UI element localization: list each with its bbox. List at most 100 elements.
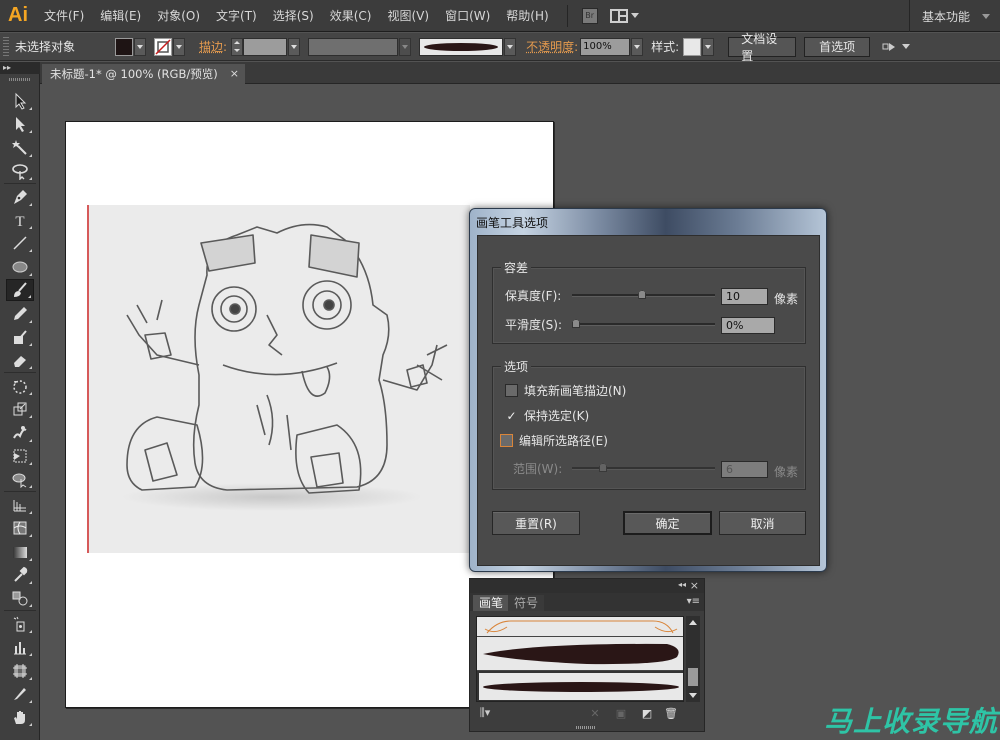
panel-resize-grip[interactable] xyxy=(576,726,596,729)
brush-list-scrollbar[interactable] xyxy=(686,616,700,702)
edit-selected-paths-checkbox[interactable] xyxy=(500,434,513,447)
keep-selected-checkbox[interactable]: ✓ xyxy=(505,409,518,423)
mesh-tool[interactable] xyxy=(6,517,34,539)
stroke-label[interactable]: 描边 xyxy=(199,38,223,55)
smoothness-field[interactable]: 0% xyxy=(721,317,775,334)
brush-thin-oval-stroke[interactable] xyxy=(477,671,683,701)
symbol-sprayer-tool[interactable] xyxy=(6,613,34,635)
document-setup-button[interactable]: 文档设置 xyxy=(728,32,797,63)
tab-brushes[interactable]: 画笔 xyxy=(473,595,510,611)
collapse-icon[interactable]: ◂◂ xyxy=(678,580,686,589)
scroll-up-icon[interactable] xyxy=(689,620,697,625)
lasso-tool[interactable] xyxy=(6,160,34,182)
stroke-weight-field[interactable] xyxy=(243,37,288,56)
ok-button[interactable]: 确定 xyxy=(623,511,712,535)
stroke-dropdown[interactable] xyxy=(173,37,185,56)
eyedropper-tool[interactable] xyxy=(6,564,34,586)
line-segment-tool[interactable] xyxy=(6,232,34,254)
fill-new-strokes-option[interactable]: 填充新画笔描边(N) xyxy=(505,382,626,399)
reset-button[interactable]: 重置(R) xyxy=(492,511,580,535)
smoothness-slider-thumb[interactable] xyxy=(572,319,580,328)
fidelity-slider-thumb[interactable] xyxy=(638,290,647,299)
brush-definition[interactable] xyxy=(419,37,504,56)
fill-dropdown[interactable] xyxy=(134,37,146,56)
close-icon[interactable]: × xyxy=(690,579,699,592)
brush-definition-dropdown[interactable] xyxy=(504,37,517,56)
bridge-button[interactable]: Br xyxy=(581,7,598,24)
stroke-swatch[interactable] xyxy=(154,37,172,56)
remove-brush-stroke-icon[interactable]: ✕ xyxy=(588,706,602,720)
variable-width-dropdown[interactable] xyxy=(399,37,412,56)
panel-menu-icon[interactable]: ▾≡ xyxy=(687,596,700,607)
tab-symbols[interactable]: 符号 xyxy=(508,595,545,611)
panel-grip[interactable] xyxy=(9,78,31,81)
new-brush-icon[interactable]: ◩ xyxy=(640,706,654,720)
fill-swatch[interactable] xyxy=(115,37,133,56)
menu-object[interactable]: 对象(O) xyxy=(149,0,208,32)
blend-tool[interactable] xyxy=(6,587,34,609)
keep-selected-option[interactable]: ✓ 保持选定(K) xyxy=(505,407,589,424)
slice-tool[interactable] xyxy=(6,683,34,705)
scrollbar-thumb[interactable] xyxy=(688,668,698,686)
fidelity-slider[interactable] xyxy=(572,290,715,299)
scale-tool[interactable] xyxy=(6,398,34,420)
fill-new-strokes-checkbox[interactable] xyxy=(505,384,518,397)
perspective-grid-tool[interactable] xyxy=(6,494,34,516)
brush-options-icon[interactable]: ▣ xyxy=(614,706,628,720)
stroke-weight-stepper[interactable] xyxy=(231,37,244,56)
within-slider-thumb[interactable] xyxy=(599,463,607,472)
edit-selected-paths-option[interactable]: 编辑所选路径(E) xyxy=(500,432,608,449)
document-tab[interactable]: 未标题-1* @ 100% (RGB/预览) × xyxy=(42,64,245,84)
opacity-dropdown[interactable] xyxy=(631,37,644,56)
column-graph-tool[interactable] xyxy=(6,636,34,658)
close-icon[interactable]: × xyxy=(230,67,239,80)
artboard-tool[interactable] xyxy=(6,660,34,682)
brush-calligraphic-loops[interactable] xyxy=(477,617,683,637)
delete-brush-icon[interactable]: 🗑 xyxy=(664,706,678,720)
direct-selection-tool[interactable] xyxy=(6,113,34,135)
type-tool[interactable]: T xyxy=(6,209,34,231)
brush-tapered-stroke[interactable] xyxy=(477,637,683,671)
scroll-down-icon[interactable] xyxy=(689,693,697,698)
paintbrush-tool[interactable] xyxy=(6,279,34,302)
pencil-tool[interactable] xyxy=(6,303,34,325)
menu-type[interactable]: 文字(T) xyxy=(208,0,265,32)
graphic-style-dropdown[interactable] xyxy=(702,37,715,56)
eraser-tool[interactable] xyxy=(6,349,34,371)
shape-builder-tool[interactable] xyxy=(6,468,34,490)
rotate-tool[interactable] xyxy=(6,375,34,397)
cancel-button[interactable]: 取消 xyxy=(719,511,806,535)
dialog-title[interactable]: 画笔工具选项 xyxy=(476,214,548,231)
panel-header[interactable]: ◂◂ × xyxy=(470,579,704,593)
menu-edit[interactable]: 编辑(E) xyxy=(92,0,149,32)
menu-help[interactable]: 帮助(H) xyxy=(498,0,556,32)
blob-brush-tool[interactable] xyxy=(6,326,34,348)
graphic-style-swatch[interactable] xyxy=(683,37,702,56)
variable-width-profile[interactable] xyxy=(308,37,399,56)
hand-tool[interactable] xyxy=(6,706,34,728)
opacity-label[interactable]: 不透明度 xyxy=(526,38,574,55)
toolbar-collapse-button[interactable]: ▸▸ xyxy=(0,62,40,74)
ellipse-tool[interactable] xyxy=(6,256,34,278)
opacity-field[interactable]: 100% xyxy=(580,37,631,56)
menu-file[interactable]: 文件(F) xyxy=(36,0,92,32)
panel-grip[interactable] xyxy=(3,36,9,57)
warp-tool[interactable] xyxy=(6,422,34,444)
within-slider[interactable] xyxy=(572,463,715,472)
menu-window[interactable]: 窗口(W) xyxy=(437,0,498,32)
free-transform-tool[interactable] xyxy=(6,445,34,467)
align-options-button[interactable] xyxy=(882,41,911,53)
smoothness-slider[interactable] xyxy=(572,319,715,328)
menu-effect[interactable]: 效果(C) xyxy=(322,0,380,32)
placed-sketch-image[interactable] xyxy=(87,205,470,553)
menu-select[interactable]: 选择(S) xyxy=(265,0,322,32)
brush-libraries-menu-icon[interactable]: ⫼▾ xyxy=(478,706,492,720)
selection-tool[interactable] xyxy=(6,90,34,112)
gradient-tool[interactable] xyxy=(6,541,34,563)
stroke-weight-dropdown[interactable] xyxy=(288,37,301,56)
pen-tool[interactable] xyxy=(6,186,34,208)
magic-wand-tool[interactable] xyxy=(6,137,34,159)
within-field[interactable]: 6 xyxy=(721,461,768,478)
menu-view[interactable]: 视图(V) xyxy=(379,0,437,32)
fidelity-field[interactable]: 10 xyxy=(721,288,768,305)
